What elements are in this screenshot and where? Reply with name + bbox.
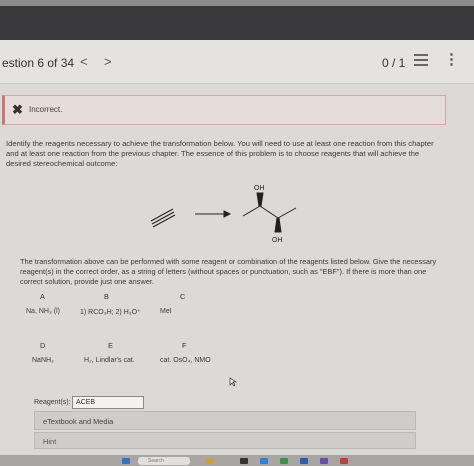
browser-tab-strip bbox=[0, 0, 474, 6]
incorrect-banner: ✖ Incorrect. bbox=[2, 95, 446, 125]
reagent-text-d: NaNH₂ bbox=[32, 357, 54, 364]
reagent-answer-input[interactable] bbox=[72, 396, 144, 409]
alkyne-structure bbox=[150, 208, 176, 228]
reagent-text-b: 1) RCO₃H; 2) H₃O⁺ bbox=[80, 309, 141, 316]
file-explorer-icon[interactable] bbox=[206, 458, 214, 464]
incorrect-x-icon: ✖ bbox=[12, 102, 23, 117]
question-nav-bar: estion 6 of 34 < > 0 / 1 ⋮ bbox=[0, 40, 474, 84]
reagent-text-a: Na, NH₃ (l) bbox=[26, 308, 60, 315]
reagent-letter-d: D bbox=[40, 341, 46, 350]
answer-label: Reagent(s): bbox=[34, 399, 71, 406]
oh-label-bottom: OH bbox=[272, 237, 283, 244]
list-icon[interactable] bbox=[414, 54, 428, 66]
edge-browser-icon[interactable] bbox=[260, 458, 268, 464]
chrome-browser-icon[interactable] bbox=[280, 458, 288, 464]
reaction-arrow bbox=[195, 210, 232, 218]
reagent-letter-a: A bbox=[40, 292, 45, 301]
windows-start-icon[interactable] bbox=[122, 458, 130, 464]
reagent-text-e: H₂, Lindlar's cat. bbox=[84, 357, 135, 364]
reagent-letter-c: C bbox=[180, 292, 186, 301]
taskbar-app-icon[interactable] bbox=[240, 458, 248, 464]
os-taskbar: Search bbox=[0, 455, 474, 466]
office-app-icon[interactable] bbox=[340, 458, 348, 464]
chevron-right-icon[interactable]: > bbox=[104, 54, 112, 69]
oh-label-top: OH bbox=[254, 185, 265, 192]
hint-label: Hint bbox=[43, 437, 57, 446]
taskbar-search-input[interactable]: Search bbox=[138, 457, 190, 465]
diol-structure bbox=[242, 192, 297, 233]
hint-button[interactable]: Hint bbox=[34, 432, 416, 449]
score-display: 0 / 1 bbox=[382, 56, 406, 70]
question-counter: estion 6 of 34 bbox=[2, 56, 75, 70]
chevron-left-icon[interactable]: < bbox=[80, 54, 88, 69]
reagent-text-f: cat. OsO₄, NMO bbox=[160, 357, 211, 364]
reagent-letter-e: E bbox=[108, 341, 113, 350]
etextbook-label: eTextbook and Media bbox=[43, 417, 114, 426]
question-prompt: Identify the reagents necessary to achie… bbox=[6, 139, 434, 168]
mouse-cursor-icon bbox=[229, 377, 237, 387]
reagent-letter-f: F bbox=[182, 341, 187, 350]
teams-app-icon[interactable] bbox=[320, 458, 328, 464]
incorrect-label: Incorrect. bbox=[29, 105, 63, 114]
browser-top-bar bbox=[0, 0, 474, 40]
reaction-scheme: OH OH bbox=[150, 185, 297, 244]
reagent-letter-b: B bbox=[104, 292, 109, 301]
reagent-text-c: MeI bbox=[160, 308, 172, 315]
transformation-instructions: The transformation above can be performe… bbox=[20, 257, 437, 286]
word-app-icon[interactable] bbox=[300, 458, 308, 464]
etextbook-media-button[interactable]: eTextbook and Media bbox=[34, 411, 416, 430]
more-options-icon[interactable]: ⋮ bbox=[444, 50, 459, 68]
